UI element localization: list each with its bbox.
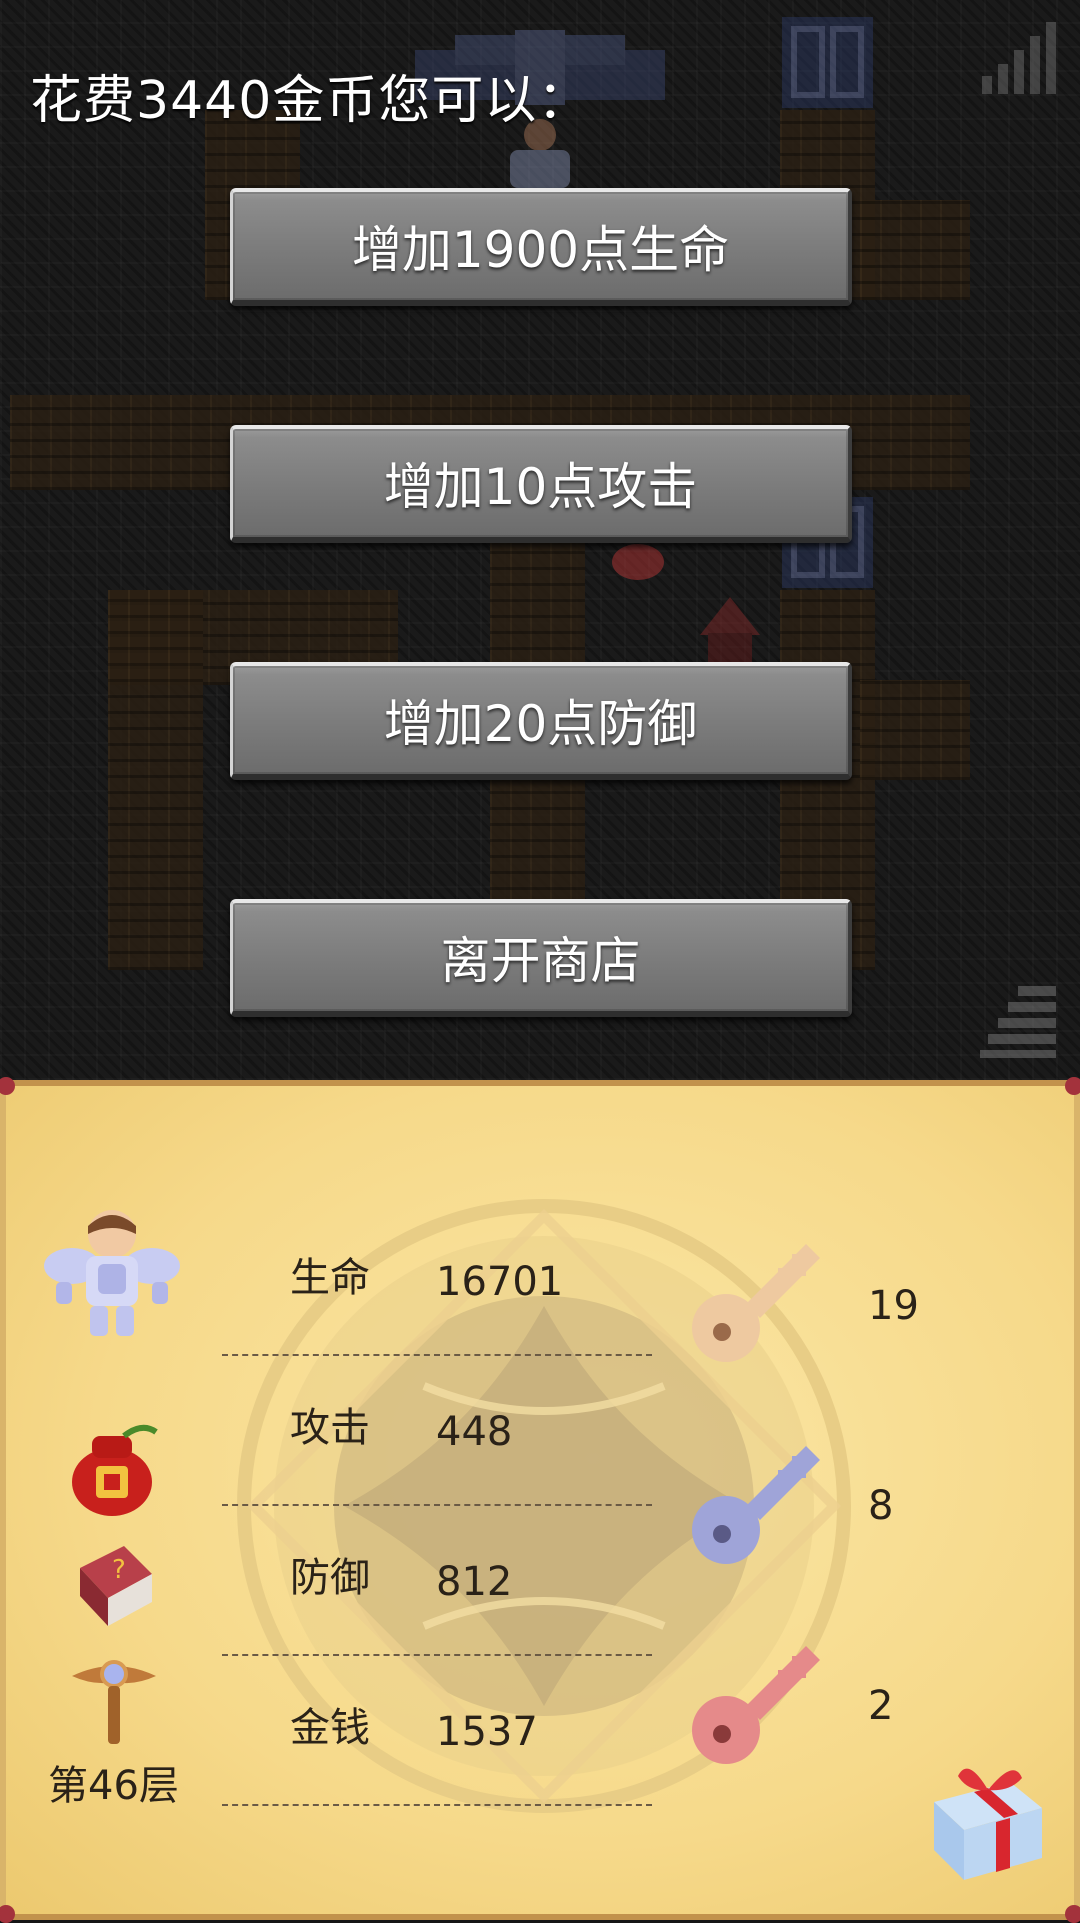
hero-avatar-icon [44, 1210, 180, 1336]
lucky-bag-icon [72, 1424, 158, 1516]
stairs-icon [980, 986, 1056, 1058]
stat-divider [222, 1354, 652, 1356]
panel-corner-ornament [0, 1077, 15, 1095]
buy-defense-button[interactable]: 增加20点防御 [230, 662, 852, 780]
gold-label: 金钱 [290, 1705, 370, 1751]
floor-label: 第46层 [48, 1763, 179, 1809]
yellow-key-count: 19 [868, 1283, 919, 1329]
game-map: 花费3440金币您可以： 增加1900点生命 增加10点攻击 增加20点防御 离… [0, 0, 1080, 1080]
signal-icon [982, 22, 1056, 94]
red-key-icon [692, 1646, 820, 1764]
map-wall [860, 680, 970, 780]
attack-value: 448 [436, 1409, 513, 1455]
attack-label: 攻击 [290, 1405, 370, 1451]
defense-value: 812 [436, 1559, 513, 1605]
panel-corner-ornament [1065, 1905, 1080, 1923]
red-key-count: 2 [868, 1683, 894, 1729]
map-wall [108, 590, 203, 970]
buy-attack-button[interactable]: 增加10点攻击 [230, 425, 852, 543]
life-value: 16701 [436, 1259, 564, 1305]
door-icon [782, 17, 873, 108]
shop-title: 花费3440金币您可以： [30, 71, 591, 131]
stat-divider [222, 1654, 652, 1656]
gold-value: 1537 [436, 1709, 538, 1755]
svg-text:?: ? [112, 1555, 126, 1585]
potion-icon [612, 544, 664, 580]
defense-label: 防御 [290, 1555, 370, 1601]
blue-key-count: 8 [868, 1483, 894, 1529]
stat-divider [222, 1504, 652, 1506]
map-wall [860, 200, 970, 300]
blue-key-icon [692, 1446, 820, 1564]
monster-icon [700, 597, 760, 663]
gift-box-icon[interactable] [918, 1752, 1052, 1886]
buy-life-button[interactable]: 增加1900点生命 [230, 188, 852, 306]
status-panel: ? 第46层 生命 16701 攻击 448 防御 812 金钱 1537 19… [0, 1077, 1080, 1923]
yellow-key-icon [692, 1244, 820, 1362]
panel-corner-ornament [1065, 1077, 1080, 1095]
fly-wand-icon [72, 1660, 156, 1744]
leave-shop-button[interactable]: 离开商店 [230, 899, 852, 1017]
panel-corner-ornament [0, 1905, 15, 1923]
life-label: 生命 [290, 1255, 370, 1301]
stat-divider [222, 1804, 652, 1806]
monster-book-icon: ? [80, 1546, 152, 1626]
